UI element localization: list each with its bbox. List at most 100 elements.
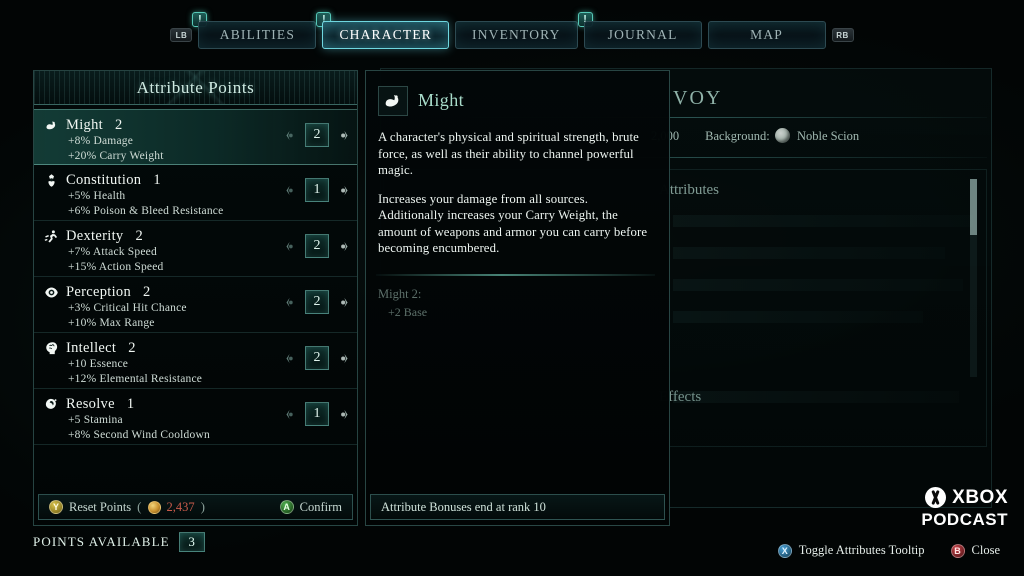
attribute-bonus-2: +15% Action Speed — [68, 261, 164, 273]
ghost-row — [673, 311, 923, 323]
watermark-xbox-text: XBOX — [952, 487, 1008, 508]
increment-arrow-icon[interactable] — [338, 185, 349, 196]
points-available-label: POINTS AVAILABLE — [33, 534, 170, 549]
attribute-points-panel: Attribute Points Might 2 +8% Damage +20%… — [33, 70, 358, 526]
eye-icon — [44, 285, 59, 300]
attribute-stepper: 1 — [285, 402, 349, 426]
attributes-scrollbar-thumb[interactable] — [970, 179, 977, 235]
attribute-row-intellect[interactable]: Intellect 2 +10 Essence +12% Elemental R… — [34, 333, 357, 389]
tab-character-wrapper: ! CHARACTER — [316, 12, 449, 49]
attribute-row-might[interactable]: Might 2 +8% Damage +20% Carry Weight 2 — [34, 109, 357, 165]
paren-close: ) — [200, 499, 205, 514]
attribute-stepper: 2 — [285, 123, 349, 147]
background-value: Noble Scion — [796, 129, 860, 143]
currency-coin-icon — [147, 500, 161, 514]
attribute-rank: 2 — [114, 116, 123, 133]
attribute-rank: 1 — [153, 171, 161, 188]
tooltip-rank-detail: +2 Base — [388, 304, 428, 319]
decrement-arrow-icon[interactable] — [285, 130, 296, 141]
b-button-icon: B — [950, 543, 965, 558]
attribute-rank: 2 — [143, 283, 151, 300]
attribute-rank: 2 — [128, 339, 136, 356]
tab-inventory-wrapper: INVENTORY — [455, 21, 578, 49]
bicep-icon — [44, 118, 59, 133]
button-prompt-bar: X Toggle Attributes Tooltip B Close — [777, 543, 1000, 558]
attribute-points-header: Attribute Points — [34, 71, 357, 105]
tooltip-effect: Increases your damage from all sources. … — [378, 191, 648, 256]
points-available: POINTS AVAILABLE 3 — [33, 532, 205, 552]
reset-cost: 2,437 — [166, 499, 195, 514]
attribute-stepper: 2 — [285, 234, 349, 258]
attribute-value: 2 — [305, 123, 329, 147]
runner-icon — [44, 229, 59, 244]
attribute-row-perception[interactable]: Perception 2 +3% Critical Hit Chance +10… — [34, 277, 357, 333]
points-available-value: 3 — [178, 532, 205, 552]
attribute-bonus-2: +6% Poison & Bleed Resistance — [68, 205, 224, 217]
tab-abilities[interactable]: ABILITIES — [198, 21, 317, 49]
attribute-row-resolve[interactable]: Resolve 1 +5 Stamina +8% Second Wind Coo… — [34, 389, 357, 445]
bicep-icon — [378, 85, 408, 116]
attribute-row-constitution[interactable]: Constitution 1 +5% Health +6% Poison & B… — [34, 165, 357, 221]
x-button-icon: X — [777, 543, 792, 558]
attribute-stepper: 1 — [285, 178, 349, 202]
decrement-arrow-icon[interactable] — [285, 409, 296, 420]
tab-abilities-wrapper: ! ABILITIES — [192, 12, 317, 49]
decrement-arrow-icon[interactable] — [285, 353, 296, 364]
attribute-name: Resolve — [66, 395, 115, 412]
tab-journal[interactable]: JOURNAL — [583, 21, 702, 49]
attribute-points-title: Attribute Points — [136, 78, 255, 97]
increment-arrow-icon[interactable] — [338, 353, 349, 364]
attribute-name: Intellect — [66, 339, 117, 356]
character-meta-row: 2,000 Background: Noble Scion — [651, 124, 859, 148]
attribute-value: 2 — [305, 290, 329, 314]
noble-scion-icon — [774, 128, 790, 143]
increment-arrow-icon[interactable] — [338, 241, 349, 252]
tab-map-wrapper: MAP — [707, 21, 826, 49]
close-label: Close — [971, 543, 1000, 557]
tab-map[interactable]: MAP — [707, 21, 826, 49]
attribute-value: 2 — [305, 234, 329, 258]
attribute-bonus-2: +10% Max Range — [68, 317, 155, 329]
increment-arrow-icon[interactable] — [338, 297, 349, 308]
divider — [376, 273, 655, 276]
watermark-row: XBOX — [925, 487, 1008, 508]
increment-arrow-icon[interactable] — [338, 130, 349, 141]
tab-character[interactable]: CHARACTER — [322, 21, 449, 49]
decrement-arrow-icon[interactable] — [285, 241, 296, 252]
decrement-arrow-icon[interactable] — [285, 297, 296, 308]
tab-inventory[interactable]: INVENTORY — [455, 21, 578, 49]
confirm-button[interactable]: A Confirm — [279, 499, 342, 515]
attribute-name: Constitution — [66, 171, 142, 188]
tooltip-header: Might — [366, 71, 669, 117]
attribute-stepper: 2 — [285, 290, 349, 314]
main-tab-bar: LB ! ABILITIES ! CHARACTER INVENTORY ! J… — [0, 12, 1024, 52]
toggle-attributes-tooltip-prompt[interactable]: X Toggle Attributes Tooltip — [777, 543, 925, 558]
ghost-row — [673, 247, 945, 259]
close-prompt[interactable]: B Close — [950, 543, 1000, 558]
ghost-row — [673, 215, 973, 227]
reset-points-button[interactable]: Y Reset Points ( 2,437 ) — [49, 499, 205, 515]
xbox-podcast-watermark: XBOX PODCAST — [921, 487, 1008, 528]
attribute-name: Dexterity — [66, 227, 124, 244]
gem-icon — [44, 397, 59, 412]
attribute-row-dexterity[interactable]: Dexterity 2 +7% Attack Speed +15% Action… — [34, 221, 357, 277]
increment-arrow-icon[interactable] — [338, 409, 349, 420]
ghost-row — [673, 391, 959, 403]
decrement-arrow-icon[interactable] — [285, 185, 296, 196]
attribute-name: Perception — [66, 283, 132, 300]
ghost-row — [673, 279, 963, 291]
confirm-label: Confirm — [299, 499, 342, 514]
attribute-value: 1 — [305, 402, 329, 426]
attribute-stepper: 2 — [285, 346, 349, 370]
game-screen: VOY 2,000 Background: Noble Scion Attrib… — [0, 0, 1024, 576]
right-bumper-icon: RB — [831, 28, 854, 42]
xbox-sphere-icon — [925, 487, 947, 508]
attribute-rank: 1 — [126, 395, 135, 412]
watermark-podcast-text: PODCAST — [921, 510, 1008, 529]
a-button-icon: A — [279, 500, 294, 514]
paren-open: ( — [137, 499, 142, 514]
attribute-panel-footer: Y Reset Points ( 2,437 ) A Confirm — [38, 494, 353, 520]
tooltip-title: Might — [418, 90, 465, 110]
left-bumper-icon: LB — [170, 28, 193, 42]
attribute-value: 1 — [305, 178, 329, 202]
